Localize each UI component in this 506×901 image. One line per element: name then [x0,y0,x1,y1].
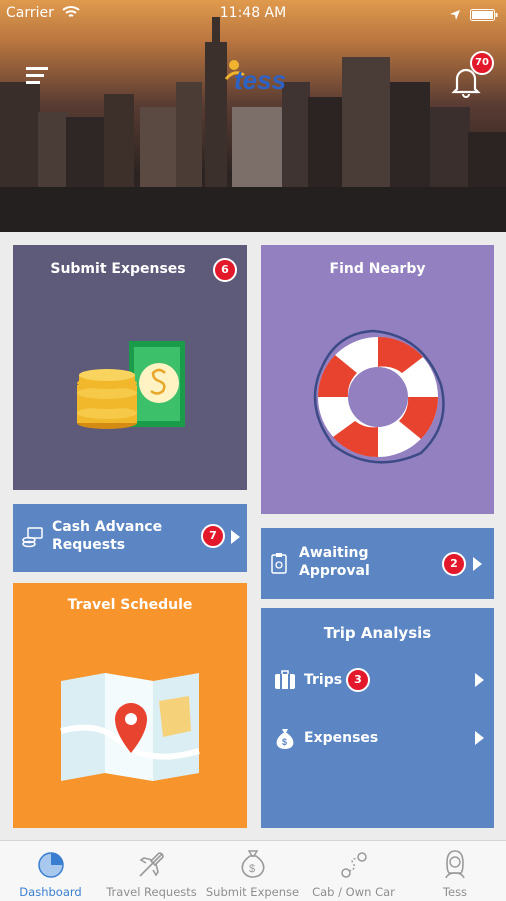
submit-expenses-badge: 6 [213,258,237,282]
awaiting-approval-row[interactable]: Awaiting Approval 2 [261,528,494,599]
luggage-icon [275,670,295,689]
cash-advance-requests-row[interactable]: Cash Advance Requests 7 [13,504,247,572]
submit-expenses-title: Submit Expenses [50,261,186,277]
find-nearby-title: Find Nearby [329,261,426,277]
trip-analysis-tile: Trip Analysis Trips 3 $ Expenses [261,608,494,828]
submit-expenses-tile[interactable]: Submit Expenses 6 [13,245,247,490]
money-bag-icon: $ [276,729,294,749]
menu-button[interactable] [26,66,50,86]
tab-dashboard-label: Dashboard [19,885,82,899]
airplane-icon [139,852,164,877]
tab-travel-requests-label: Travel Requests [106,885,197,899]
travel-schedule-title: Travel Schedule [67,597,193,613]
cash-icon [22,527,43,548]
svg-text:$: $ [249,863,255,875]
awaiting-approval-label: Awaiting Approval [299,545,370,579]
trips-label: Trips [304,672,343,688]
route-icon [341,852,367,878]
notification-count-badge: 70 [470,51,494,75]
travel-schedule-tile[interactable]: Travel Schedule [13,583,247,828]
tab-travel-requests[interactable]: Travel Requests [101,841,202,901]
trip-analysis-title: Trip Analysis [323,624,432,642]
tab-submit-expense[interactable]: $ Submit Expense [202,841,303,901]
cash-advance-badge: 7 [201,524,225,548]
chevron-right-icon [473,557,482,571]
tab-tess[interactable]: Tess [404,841,506,901]
location-arrow-icon [449,6,461,25]
map-icon [60,673,200,781]
svg-text:tess: tess [234,65,286,95]
trips-row[interactable]: Trips 3 [261,660,494,700]
chevron-right-icon [475,731,484,745]
tab-tess-label: Tess [442,885,468,899]
header-banner: Carrier 11:48 AM tess 70 [0,0,506,232]
chevron-right-icon [231,530,240,544]
expenses-label: Expenses [304,730,379,746]
cash-advance-label: Cash Advance Requests [52,519,163,553]
battery-icon [470,6,498,25]
tess-logo: tess [222,55,292,97]
money-bag-icon: $ [241,850,265,878]
lifebuoy-icon [313,329,445,464]
tab-dashboard[interactable]: Dashboard [0,841,101,901]
hamburger-icon [26,67,48,84]
find-nearby-tile[interactable]: Find Nearby [261,245,494,514]
pie-chart-icon [38,852,64,878]
status-time: 11:48 AM [219,5,287,21]
awaiting-approval-badge: 2 [442,552,466,576]
trips-badge: 3 [346,668,370,692]
svg-text:$: $ [282,737,287,747]
money-stack-icon [77,341,185,429]
tab-cab-own-car-label: Cab / Own Car [312,885,395,899]
bottom-tab-bar: Dashboard Travel Requests $ Submit Expen… [0,840,506,901]
clipboard-icon [271,553,287,574]
tab-cab-own-car[interactable]: Cab / Own Car [303,841,404,901]
expenses-row[interactable]: $ Expenses [261,718,494,758]
tab-submit-expense-label: Submit Expense [205,885,300,899]
assistant-icon [445,850,465,879]
chevron-right-icon [475,673,484,687]
